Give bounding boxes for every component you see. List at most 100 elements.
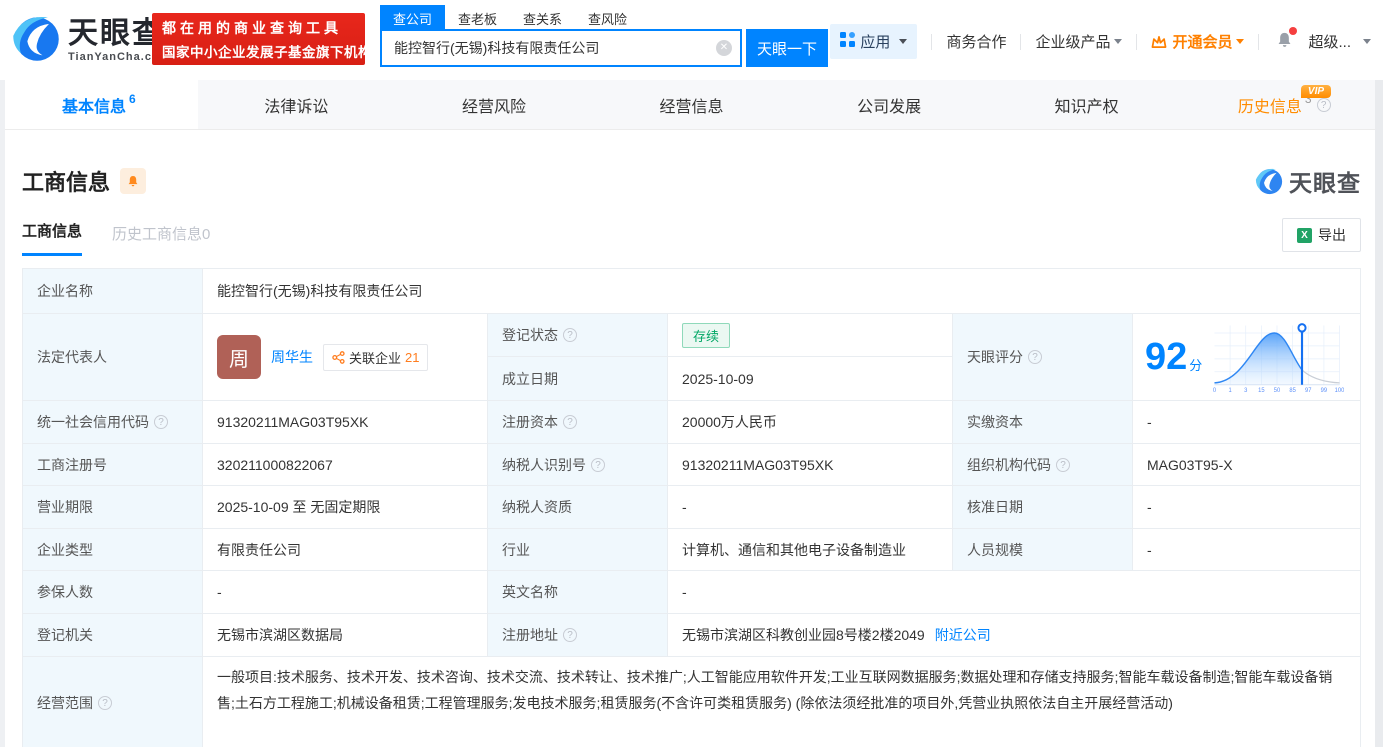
field-value-registered-address: 无锡市滨湖区科教创业园8号楼2楼2049 附近公司 <box>668 614 1360 657</box>
subtab-business-info[interactable]: 工商信息 <box>22 220 82 256</box>
tab-company-development[interactable]: 公司发展 <box>790 80 988 129</box>
help-icon[interactable] <box>591 458 605 472</box>
field-value-taxpayer-id: 91320211MAG03T95XK <box>668 444 953 486</box>
divider <box>1258 34 1259 50</box>
help-icon[interactable] <box>98 696 112 710</box>
divider <box>931 34 932 50</box>
search-button[interactable]: 天眼一下 <box>746 29 828 67</box>
search-tab-boss[interactable]: 查老板 <box>445 5 510 29</box>
tab-operating-info[interactable]: 经营信息 <box>593 80 791 129</box>
main-content: 工商信息 天眼查 工商信息 历史工商信息0 导出 企业名称 能控智行(无锡)科 <box>0 164 1383 747</box>
field-label-registration-authority: 登记机关 <box>23 614 203 657</box>
tianyancha-logo[interactable]: 天眼查 TianYanCha.com <box>10 12 170 69</box>
label-text: 组织机构代码 <box>967 455 1051 475</box>
svg-text:85: 85 <box>1290 388 1297 394</box>
field-value-company-name: 能控智行(无锡)科技有限责任公司 <box>203 269 1360 314</box>
tab-label: 经营信息 <box>660 93 724 117</box>
tab-legal-proceedings[interactable]: 法律诉讼 <box>198 80 396 129</box>
field-value-industry: 计算机、通信和其他电子设备制造业 <box>668 529 953 571</box>
tab-label: 知识产权 <box>1055 93 1119 117</box>
chart-x-axis: 0 1 3 15 50 85 97 99 100 <box>1213 388 1344 394</box>
watermark-text: 天眼查 <box>1289 164 1361 198</box>
excel-icon <box>1297 228 1312 243</box>
field-label-business-term: 营业期限 <box>23 486 203 529</box>
top-menu: 应用 商务合作 企业级产品 开通会员 超级... <box>830 24 1371 59</box>
promo-line1: 都在用的商业查询工具 <box>162 18 355 38</box>
field-value-registered-capital: 20000万人民币 <box>668 401 953 444</box>
notification-dot <box>1289 27 1297 35</box>
tab-label: 历史信息 <box>1238 93 1302 117</box>
monitor-bell-button[interactable] <box>120 168 146 194</box>
field-value-registration-status: 存续 <box>668 314 953 357</box>
field-label-company-name: 企业名称 <box>23 269 203 314</box>
field-value-tianyan-score: 92 分 <box>1133 314 1360 401</box>
export-button[interactable]: 导出 <box>1282 218 1361 252</box>
field-value-legal-representative: 周 周华生 关联企业 21 <box>203 314 488 401</box>
field-label-registered-capital: 注册资本 <box>488 401 668 444</box>
user-account[interactable]: 超级... <box>1308 31 1351 52</box>
clear-icon[interactable] <box>716 40 732 56</box>
search-input[interactable] <box>380 29 742 67</box>
label-text: 经营范围 <box>37 693 93 713</box>
enterprise-products-label: 企业级产品 <box>1035 31 1110 52</box>
label-text: 注册地址 <box>502 625 558 645</box>
svg-text:100: 100 <box>1335 388 1344 394</box>
label-text: 天眼评分 <box>967 347 1023 367</box>
subtab-history-business-info[interactable]: 历史工商信息0 <box>112 223 210 256</box>
svg-text:15: 15 <box>1258 388 1265 394</box>
tab-count: 6 <box>129 92 136 106</box>
field-value-taxpayer-qualification: - <box>668 486 953 529</box>
related-companies-label: 关联企业 <box>349 348 401 367</box>
help-icon[interactable] <box>563 628 577 642</box>
section-title: 工商信息 <box>22 165 110 197</box>
field-value-org-code: MAG03T95-X <box>1133 444 1360 486</box>
field-value-credit-code: 91320211MAG03T95XK <box>203 401 488 444</box>
export-label: 导出 <box>1318 225 1346 245</box>
search-tab-company[interactable]: 查公司 <box>380 5 445 29</box>
help-icon[interactable] <box>1317 98 1331 112</box>
score-unit: 分 <box>1189 355 1202 374</box>
field-label-business-scope: 经营范围 <box>23 657 203 747</box>
legal-rep-link[interactable]: 周华生 <box>271 347 313 367</box>
field-label-registration-status: 登记状态 <box>488 314 668 357</box>
field-label-legal-representative: 法定代表人 <box>23 314 203 401</box>
field-value-paid-capital: - <box>1133 401 1360 444</box>
menu-enterprise-products[interactable]: 企业级产品 <box>1035 31 1122 52</box>
apps-menu[interactable]: 应用 <box>830 24 917 59</box>
menu-business-coop[interactable]: 商务合作 <box>946 31 1006 52</box>
user-name: 超级... <box>1308 31 1351 52</box>
svg-text:50: 50 <box>1274 388 1281 394</box>
tab-history-info[interactable]: VIP 历史信息 3 <box>1185 80 1383 129</box>
related-companies-badge[interactable]: 关联企业 21 <box>323 344 428 371</box>
help-icon[interactable] <box>1056 458 1070 472</box>
help-icon[interactable] <box>154 415 168 429</box>
relation-graph-icon <box>332 351 345 364</box>
vip-badge: VIP <box>1301 85 1331 98</box>
svg-text:1: 1 <box>1229 388 1232 394</box>
notification-bell-icon[interactable] <box>1275 30 1294 54</box>
search-tab-risk[interactable]: 查风险 <box>575 5 640 29</box>
score-value: 92 <box>1145 338 1187 376</box>
help-icon[interactable] <box>1028 350 1042 364</box>
help-icon[interactable] <box>563 415 577 429</box>
apps-grid-icon <box>840 32 855 51</box>
search-tab-relation[interactable]: 查关系 <box>510 5 575 29</box>
svg-text:99: 99 <box>1321 388 1327 394</box>
open-vip-button[interactable]: 开通会员 <box>1151 31 1244 52</box>
avatar[interactable]: 周 <box>217 335 261 379</box>
nearby-companies-link[interactable]: 附近公司 <box>935 625 991 645</box>
field-value-english-name: - <box>668 571 1360 614</box>
tab-operating-risk[interactable]: 经营风险 <box>395 80 593 129</box>
search-box: 查公司 查老板 查关系 查风险 天眼一下 <box>380 5 828 67</box>
field-label-tianyan-score: 天眼评分 <box>953 314 1133 401</box>
chevron-down-icon[interactable] <box>1363 39 1371 44</box>
status-badge: 存续 <box>682 323 730 348</box>
field-label-insured-count: 参保人数 <box>23 571 203 614</box>
field-value-establish-date: 2025-10-09 <box>668 357 953 401</box>
tab-basic-info[interactable]: 基本信息 6 <box>0 80 198 129</box>
page-scrollbar-track[interactable] <box>1375 80 1383 747</box>
help-icon[interactable] <box>563 328 577 342</box>
field-label-establish-date: 成立日期 <box>488 357 668 401</box>
tab-intellectual-property[interactable]: 知识产权 <box>988 80 1186 129</box>
tab-label: 基本信息 <box>62 93 126 117</box>
